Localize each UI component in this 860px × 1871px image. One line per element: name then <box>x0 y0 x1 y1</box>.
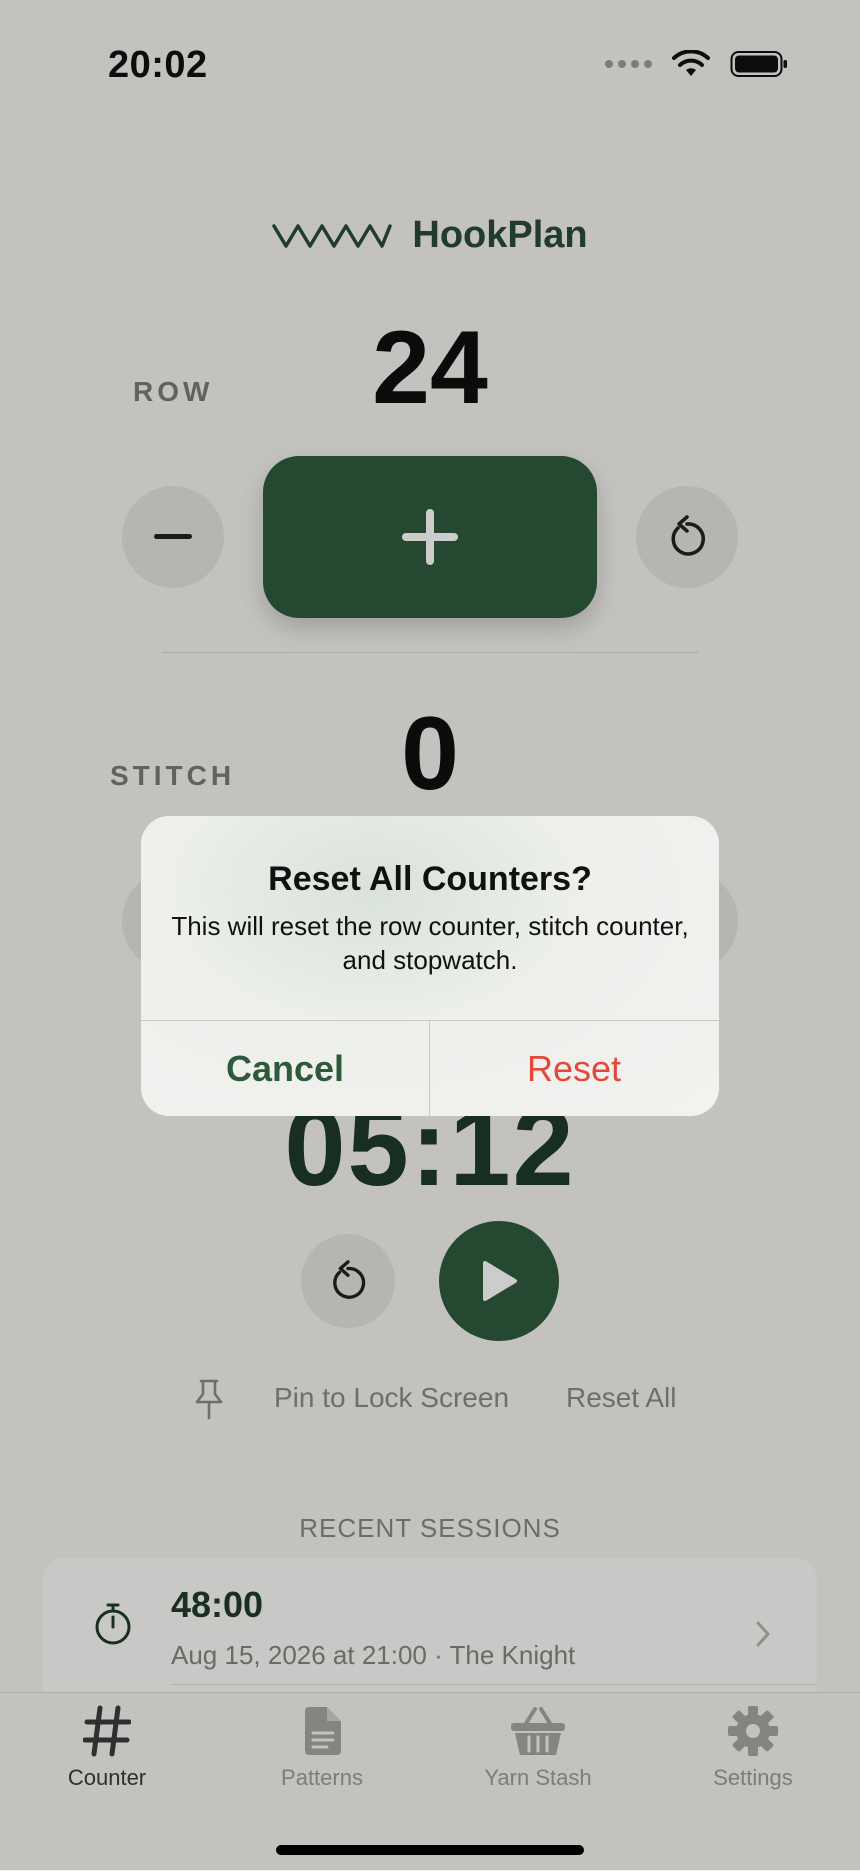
reset-confirmation-dialog: Reset All Counters? This will reset the … <box>141 816 719 1116</box>
dialog-reset-button[interactable]: Reset <box>430 1021 718 1116</box>
dialog-title: Reset All Counters? <box>268 860 592 898</box>
dialog-message: This will reset the row counter, stitch … <box>171 911 689 975</box>
dialog-cancel-button[interactable]: Cancel <box>141 1021 429 1116</box>
